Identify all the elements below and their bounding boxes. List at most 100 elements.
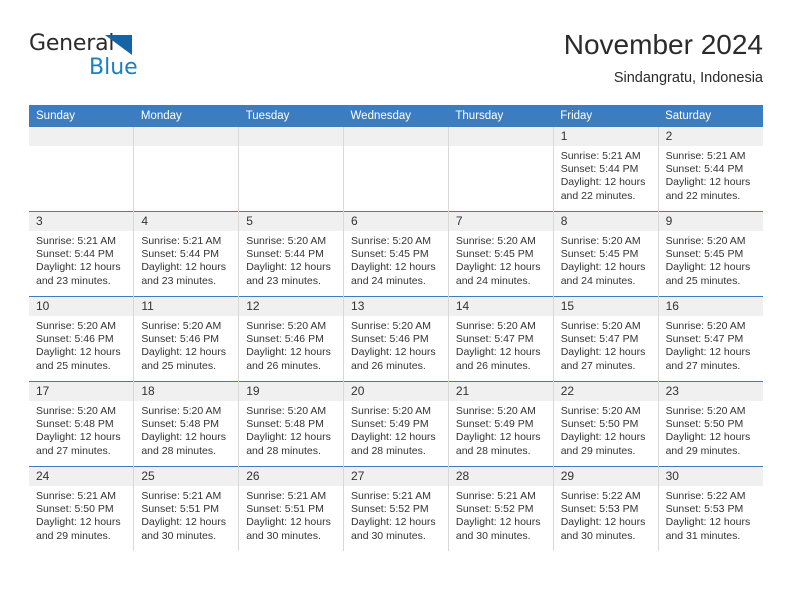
sunset-text: Sunset: 5:49 PM — [455, 418, 534, 431]
sunset-text: Sunset: 5:45 PM — [560, 248, 639, 261]
calendar-day-cell[interactable]: 20 Sunrise: 5:20 AM Sunset: 5:49 PM Dayligh… — [343, 381, 449, 467]
calendar-table: Sunday Monday Tuesday Wednesday Thursday… — [29, 105, 763, 551]
day-cell-inner: 27 Sunrise: 5:21 AM Sunset: 5:52 PM Dayligh… — [344, 467, 448, 551]
sunrise-text: Sunrise: 5:20 AM — [351, 235, 431, 247]
daylight-text: Daylight: 12 hours and 28 minutes. — [351, 431, 436, 457]
calendar-day-cell[interactable]: 19 Sunrise: 5:20 AM Sunset: 5:48 PM Dayligh… — [238, 381, 344, 467]
day-number: 2 — [658, 127, 763, 146]
sun-info: Sunrise: 5:21 AM Sunset: 5:50 PM Daylight:… — [29, 486, 133, 543]
sunrise-text: Sunrise: 5:20 AM — [246, 235, 327, 247]
sunrise-text: Sunrise: 5:22 AM — [560, 490, 641, 502]
daylight-text: Daylight: 12 hours and 22 minutes. — [665, 176, 751, 202]
calendar-day-cell[interactable]: 5 Sunrise: 5:20 AM Sunset: 5:44 PM Daylight… — [238, 211, 344, 297]
calendar-day-cell[interactable]: 8 Sunrise: 5:20 AM Sunset: 5:45 PM Daylight… — [552, 211, 659, 297]
calendar-day-cell[interactable]: 28 Sunrise: 5:21 AM Sunset: 5:52 PM Dayligh… — [447, 466, 554, 551]
day-cell-inner: 20 Sunrise: 5:20 AM Sunset: 5:49 PM Dayligh… — [344, 382, 448, 466]
sunset-text: Sunset: 5:51 PM — [141, 503, 219, 516]
calendar-day-cell[interactable]: 10 Sunrise: 5:20 AM Sunset: 5:46 PM Dayligh… — [29, 296, 134, 382]
calendar-day-cell[interactable]: 14 Sunrise: 5:20 AM Sunset: 5:47 PM Dayligh… — [447, 296, 554, 382]
sunrise-text: Sunrise: 5:21 AM — [141, 490, 222, 502]
day-number: 1 — [553, 127, 658, 146]
weekday-header-monday: Monday — [133, 105, 239, 127]
calendar-day-cell[interactable]: 22 Sunrise: 5:20 AM Sunset: 5:50 PM Dayligh… — [552, 381, 659, 467]
calendar-day-cell[interactable]: 7 Sunrise: 5:20 AM Sunset: 5:45 PM Daylight… — [447, 211, 554, 297]
sunrise-text: Sunrise: 5:20 AM — [560, 405, 641, 417]
sunset-text: Sunset: 5:48 PM — [141, 418, 219, 431]
sun-info: Sunrise: 5:20 AM Sunset: 5:46 PM Daylight:… — [239, 316, 343, 373]
calendar-day-cell[interactable]: 4 Sunrise: 5:21 AM Sunset: 5:44 PM Daylight… — [133, 211, 239, 297]
logo-text-blue: Blue — [89, 55, 138, 80]
calendar-day-cell[interactable]: 18 Sunrise: 5:20 AM Sunset: 5:48 PM Dayligh… — [133, 381, 239, 467]
sunset-text: Sunset: 5:48 PM — [36, 418, 114, 431]
calendar-day-cell[interactable]: 26 Sunrise: 5:21 AM Sunset: 5:51 PM Dayligh… — [238, 466, 344, 551]
day-cell-inner: 29 Sunrise: 5:22 AM Sunset: 5:53 PM Dayligh… — [553, 467, 658, 551]
day-number: 29 — [553, 467, 658, 486]
day-number: 21 — [448, 382, 553, 401]
sunrise-text: Sunrise: 5:21 AM — [141, 235, 222, 247]
calendar-day-cell[interactable]: 15 Sunrise: 5:20 AM Sunset: 5:47 PM Dayligh… — [552, 296, 659, 382]
sunrise-text: Sunrise: 5:21 AM — [455, 490, 536, 502]
weekday-header-thursday: Thursday — [448, 105, 554, 127]
calendar-day-cell[interactable]: 16 Sunrise: 5:20 AM Sunset: 5:47 PM Dayligh… — [657, 296, 763, 382]
page-subtitle: Sindangratu, Indonesia — [613, 70, 763, 86]
day-number: 19 — [239, 382, 344, 401]
day-cell-inner: 17 Sunrise: 5:20 AM Sunset: 5:48 PM Dayligh… — [29, 382, 134, 466]
day-cell-inner: 10 Sunrise: 5:20 AM Sunset: 5:46 PM Dayligh… — [29, 297, 134, 381]
sunset-text: Sunset: 5:52 PM — [351, 503, 429, 516]
calendar-week-row: 10 Sunrise: 5:20 AM Sunset: 5:46 PM Dayligh… — [29, 296, 763, 382]
calendar-day-cell[interactable]: 12 Sunrise: 5:20 AM Sunset: 5:46 PM Dayligh… — [238, 296, 344, 382]
sun-info: Sunrise: 5:20 AM Sunset: 5:50 PM Daylight:… — [554, 401, 658, 458]
sunset-text: Sunset: 5:45 PM — [455, 248, 534, 261]
calendar-day-cell[interactable]: 1 Sunrise: 5:21 AM Sunset: 5:44 PM Daylight… — [552, 127, 659, 212]
sunset-text: Sunset: 5:52 PM — [455, 503, 534, 516]
daylight-text: Daylight: 12 hours and 27 minutes. — [36, 431, 121, 457]
sun-info: Sunrise: 5:20 AM Sunset: 5:48 PM Daylight:… — [134, 401, 238, 458]
calendar-day-cell[interactable]: 6 Sunrise: 5:20 AM Sunset: 5:45 PM Daylight… — [343, 211, 449, 297]
calendar-day-cell[interactable]: 25 Sunrise: 5:21 AM Sunset: 5:51 PM Dayligh… — [133, 466, 239, 551]
sun-info: Sunrise: 5:20 AM Sunset: 5:45 PM Daylight:… — [344, 231, 448, 288]
calendar-day-cell[interactable]: 9 Sunrise: 5:20 AM Sunset: 5:45 PM Daylight… — [657, 211, 763, 297]
day-cell-inner: 9 Sunrise: 5:20 AM Sunset: 5:45 PM Daylight… — [658, 212, 763, 296]
sun-info: Sunrise: 5:22 AM Sunset: 5:53 PM Daylight:… — [554, 486, 658, 543]
day-cell-inner — [29, 127, 134, 211]
day-number — [29, 127, 134, 146]
day-number: 23 — [658, 382, 763, 401]
page-header: General Blue November 2024 Sindangratu, … — [29, 28, 763, 100]
sunset-text: Sunset: 5:44 PM — [141, 248, 219, 261]
day-number: 28 — [448, 467, 553, 486]
sunrise-text: Sunrise: 5:22 AM — [665, 490, 746, 502]
sun-info: Sunrise: 5:20 AM Sunset: 5:48 PM Daylight:… — [239, 401, 343, 458]
sunrise-text: Sunrise: 5:20 AM — [351, 405, 431, 417]
calendar-day-cell[interactable]: 30 Sunrise: 5:22 AM Sunset: 5:53 PM Dayligh… — [657, 466, 763, 551]
sun-info: Sunrise: 5:21 AM Sunset: 5:44 PM Daylight:… — [659, 146, 763, 203]
calendar-day-cell[interactable]: 21 Sunrise: 5:20 AM Sunset: 5:49 PM Dayligh… — [447, 381, 554, 467]
day-number: 7 — [448, 212, 553, 231]
calendar-day-cell[interactable]: 13 Sunrise: 5:20 AM Sunset: 5:46 PM Dayligh… — [343, 296, 449, 382]
sunrise-text: Sunrise: 5:21 AM — [36, 490, 116, 502]
calendar-day-cell-empty — [447, 127, 554, 212]
sunset-text: Sunset: 5:44 PM — [246, 248, 324, 261]
calendar-week-row: 1 Sunrise: 5:21 AM Sunset: 5:44 PM Daylight… — [29, 127, 763, 212]
day-number: 20 — [344, 382, 448, 401]
calendar-day-cell[interactable]: 17 Sunrise: 5:20 AM Sunset: 5:48 PM Dayligh… — [29, 381, 134, 467]
calendar-day-cell[interactable]: 23 Sunrise: 5:20 AM Sunset: 5:50 PM Dayligh… — [657, 381, 763, 467]
sunset-text: Sunset: 5:47 PM — [665, 333, 744, 346]
sun-info: Sunrise: 5:20 AM Sunset: 5:46 PM Daylight:… — [134, 316, 238, 373]
day-cell-inner: 30 Sunrise: 5:22 AM Sunset: 5:53 PM Dayligh… — [658, 467, 763, 551]
calendar-day-cell[interactable]: 29 Sunrise: 5:22 AM Sunset: 5:53 PM Dayligh… — [552, 466, 659, 551]
calendar-day-cell[interactable]: 11 Sunrise: 5:20 AM Sunset: 5:46 PM Dayligh… — [133, 296, 239, 382]
calendar-day-cell[interactable]: 2 Sunrise: 5:21 AM Sunset: 5:44 PM Daylight… — [657, 127, 763, 212]
calendar-day-cell[interactable]: 24 Sunrise: 5:21 AM Sunset: 5:50 PM Dayligh… — [29, 466, 134, 551]
day-cell-inner: 4 Sunrise: 5:21 AM Sunset: 5:44 PM Daylight… — [134, 212, 239, 296]
sun-info: Sunrise: 5:21 AM Sunset: 5:52 PM Daylight:… — [344, 486, 448, 543]
day-cell-inner: 7 Sunrise: 5:20 AM Sunset: 5:45 PM Daylight… — [448, 212, 553, 296]
sun-info: Sunrise: 5:20 AM Sunset: 5:47 PM Daylight:… — [659, 316, 763, 373]
sunset-text: Sunset: 5:46 PM — [141, 333, 219, 346]
day-number: 9 — [658, 212, 763, 231]
daylight-text: Daylight: 12 hours and 29 minutes. — [560, 431, 646, 457]
calendar-day-cell[interactable]: 27 Sunrise: 5:21 AM Sunset: 5:52 PM Dayligh… — [343, 466, 449, 551]
sunrise-text: Sunrise: 5:20 AM — [455, 235, 536, 247]
calendar-day-cell[interactable]: 3 Sunrise: 5:21 AM Sunset: 5:44 PM Daylight… — [29, 211, 134, 297]
day-number: 11 — [134, 297, 239, 316]
day-cell-inner: 26 Sunrise: 5:21 AM Sunset: 5:51 PM Dayligh… — [239, 467, 344, 551]
